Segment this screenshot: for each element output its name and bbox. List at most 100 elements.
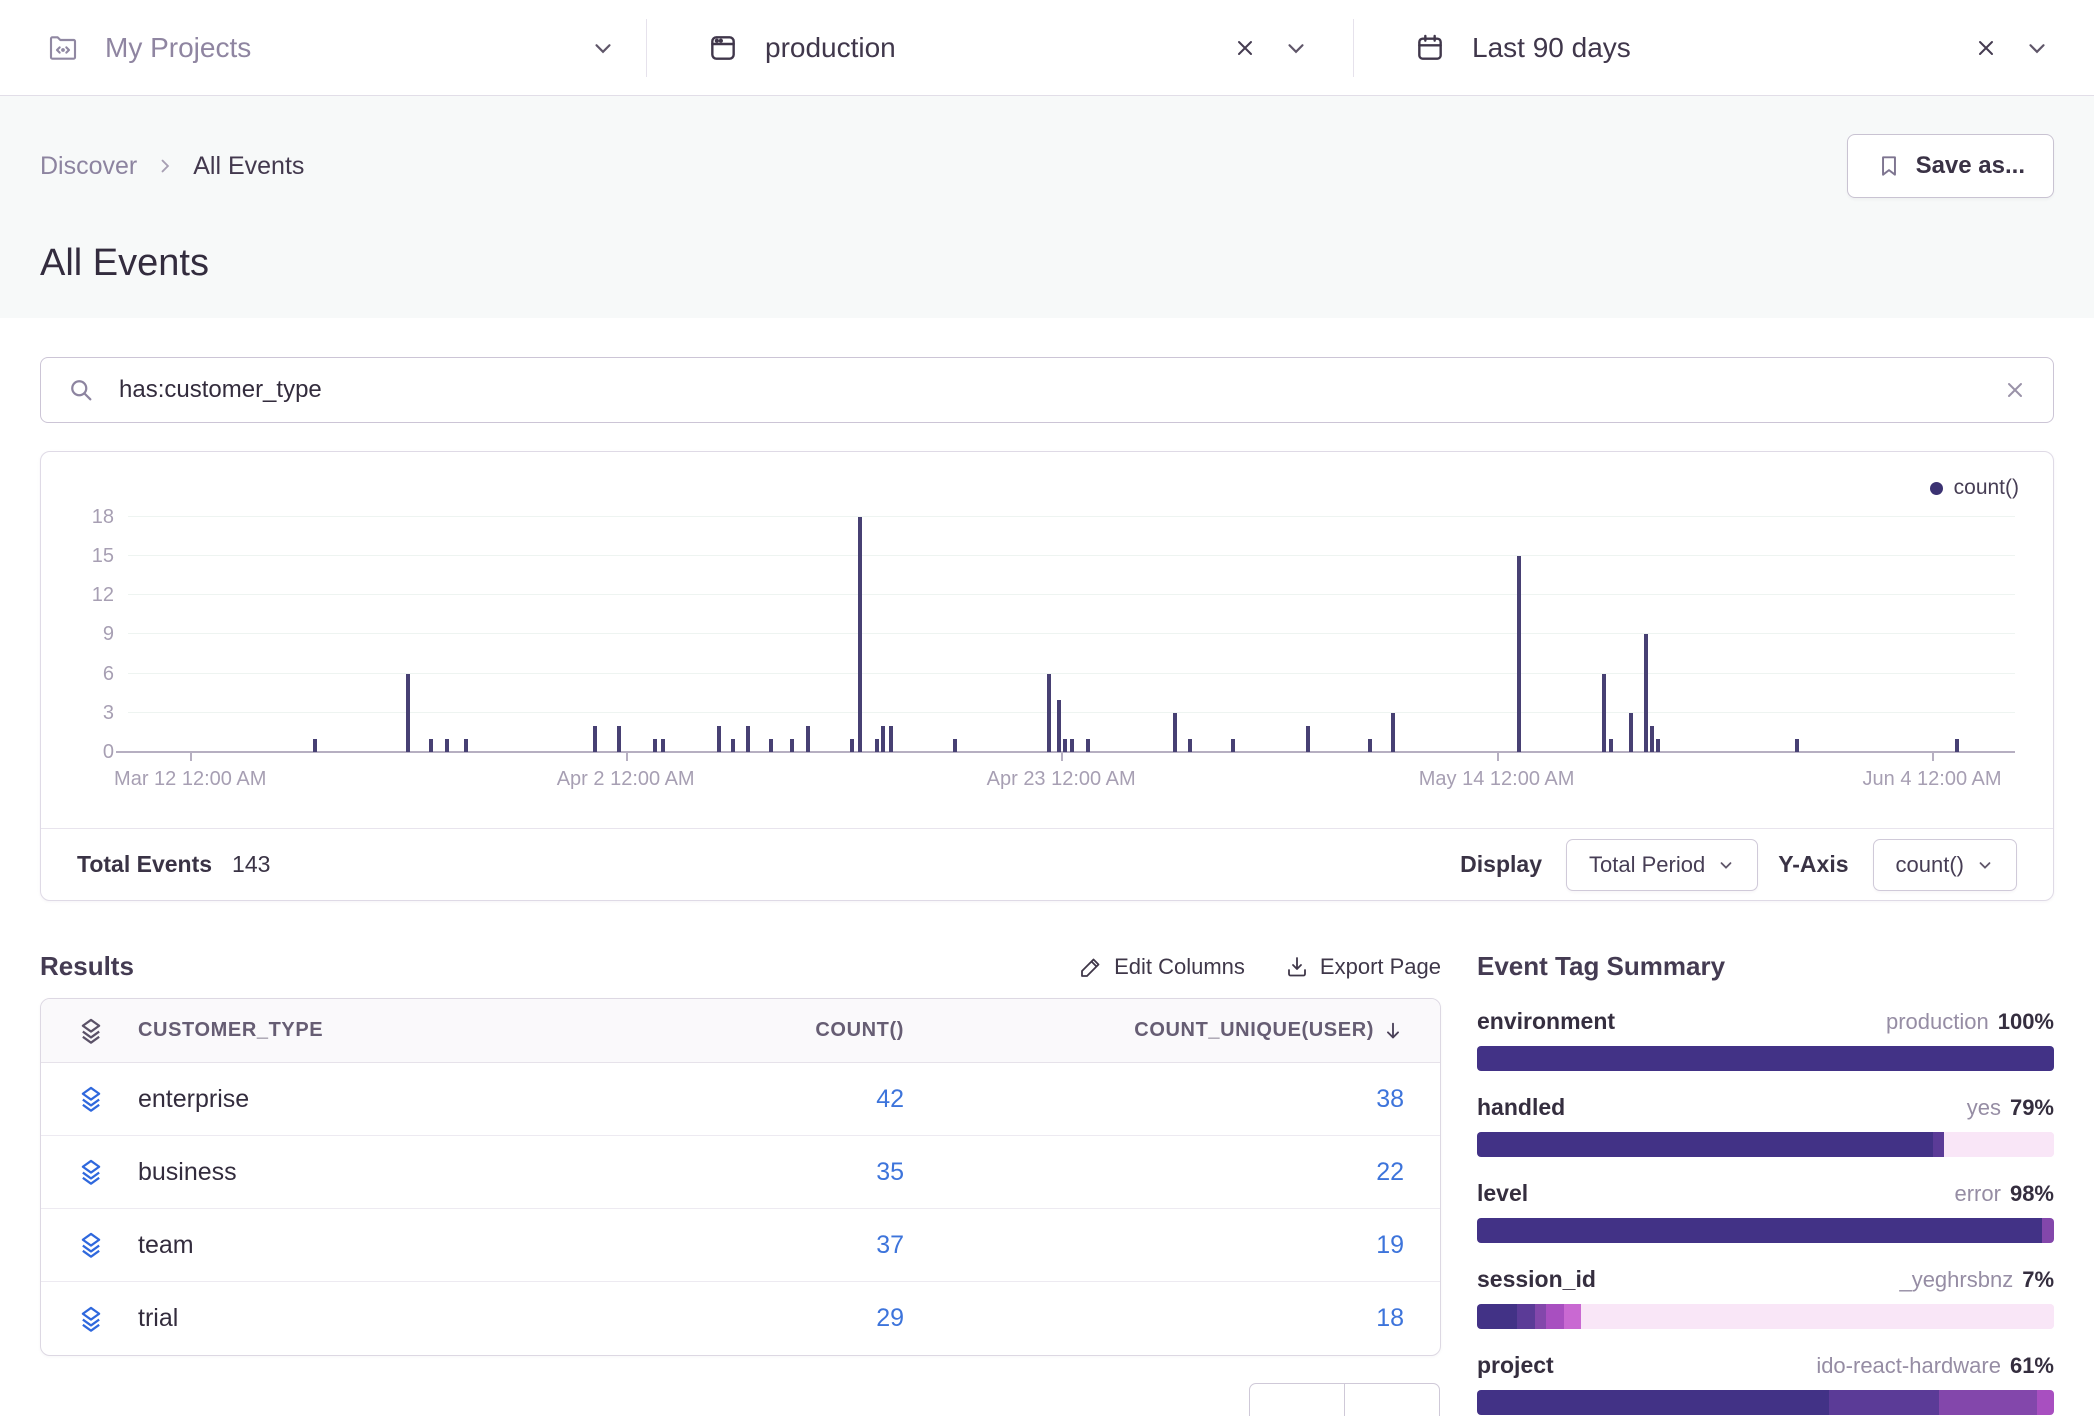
- tag-bar-segment: [1535, 1304, 1547, 1329]
- tag-percent: 7%: [2022, 1267, 2054, 1292]
- event-count-bar: [850, 739, 854, 752]
- stack-actions-icon[interactable]: [77, 1085, 105, 1113]
- event-count-bar: [953, 739, 957, 752]
- tag-top-value: error: [1955, 1181, 2001, 1206]
- tag-distribution-bar[interactable]: [1477, 1304, 2054, 1329]
- event-count-bar: [858, 517, 862, 752]
- events-bar-chart: Mar 12 12:00 AMApr 2 12:00 AMApr 23 12:0…: [128, 507, 2015, 752]
- project-filter-dropdown[interactable]: My Projects: [0, 0, 646, 95]
- events-chart-panel: count() 0369121518 Mar 12 12:00 AMApr 2 …: [40, 451, 2054, 901]
- discover-all-events-page: My Projects production: [0, 0, 2094, 1416]
- event-count-bar: [1173, 713, 1177, 752]
- date-range-filter-dropdown[interactable]: Last 90 days: [1354, 0, 2094, 95]
- tag-bar-segment: [1517, 1304, 1534, 1329]
- tag-top-value: _yeghrsbnz: [1899, 1267, 2013, 1292]
- save-as-label: Save as...: [1916, 152, 2025, 180]
- tag-top-value: production: [1886, 1009, 1989, 1034]
- next-page-button[interactable]: [1344, 1383, 1440, 1416]
- tag-bar-segment: [1944, 1132, 2054, 1157]
- event-count-bar: [731, 739, 735, 752]
- page-header: Discover All Events Save as... All Event…: [0, 96, 2094, 318]
- display-mode-dropdown[interactable]: Total Period: [1566, 839, 1758, 891]
- tag-top-value: yes: [1967, 1095, 2001, 1120]
- event-count-bar: [661, 739, 665, 752]
- edit-pencil-icon: [1079, 955, 1103, 979]
- tag-bar-segment: [1477, 1390, 1829, 1415]
- clear-search-icon[interactable]: [2003, 378, 2027, 402]
- results-heading: Results: [40, 951, 134, 982]
- results-table-header: CUSTOMER_TYPE COUNT() COUNT_UNIQUE(USER): [41, 999, 1440, 1063]
- count-link[interactable]: 42: [876, 1085, 904, 1113]
- top-filter-bar: My Projects production: [0, 0, 2094, 96]
- clear-date-icon[interactable]: [1974, 36, 1998, 60]
- calendar-icon: [1414, 32, 1446, 64]
- chevron-down-icon: [1283, 35, 1309, 61]
- bookmark-icon: [1876, 153, 1902, 179]
- export-page-button[interactable]: Export Page: [1285, 954, 1441, 980]
- save-as-button[interactable]: Save as...: [1847, 134, 2054, 198]
- tag-distribution-bar[interactable]: [1477, 1390, 2054, 1415]
- count-link[interactable]: 37: [876, 1231, 904, 1259]
- event-count-bar: [889, 726, 893, 752]
- count-unique-link[interactable]: 22: [1376, 1158, 1404, 1187]
- x-axis-tick: [1932, 752, 1934, 761]
- stack-icon: [77, 1017, 105, 1045]
- count-unique-link[interactable]: 38: [1376, 1085, 1404, 1114]
- previous-page-button[interactable]: [1249, 1383, 1345, 1416]
- tag-percent: 98%: [2010, 1181, 2054, 1206]
- x-axis-tick-label: Apr 2 12:00 AM: [557, 768, 695, 791]
- stack-actions-icon[interactable]: [77, 1158, 105, 1186]
- table-row: trial 29 18: [41, 1282, 1440, 1355]
- count-link[interactable]: 29: [876, 1304, 904, 1332]
- stack-actions-icon[interactable]: [77, 1231, 105, 1259]
- event-count-bar: [717, 726, 721, 752]
- tag-name: project: [1477, 1352, 1554, 1379]
- sort-descending-arrow-icon: [1382, 1020, 1404, 1042]
- main-content: has:customer_type count() 0369121518 Mar…: [0, 318, 2094, 1416]
- tag-name: environment: [1477, 1008, 1615, 1035]
- tag-percent: 79%: [2010, 1095, 2054, 1120]
- total-events-label: Total Events: [77, 851, 212, 878]
- date-range-label: Last 90 days: [1472, 32, 1631, 64]
- x-axis-tick-label: Mar 12 12:00 AM: [114, 768, 266, 791]
- column-header-customer-type[interactable]: CUSTOMER_TYPE: [138, 1019, 323, 1042]
- clear-environment-icon[interactable]: [1233, 36, 1257, 60]
- breadcrumb-current: All Events: [193, 152, 304, 181]
- x-axis-tick-label: Apr 23 12:00 AM: [987, 768, 1136, 791]
- projects-folder-icon: [47, 32, 79, 64]
- stack-actions-icon[interactable]: [77, 1305, 105, 1333]
- y-axis-tick-label: 15: [41, 545, 114, 568]
- tag-bar-segment: [1564, 1304, 1581, 1329]
- tag-distribution-bar[interactable]: [1477, 1218, 2054, 1243]
- chart-gridline: [128, 633, 2015, 634]
- export-page-label: Export Page: [1320, 954, 1441, 980]
- tag-percent: 61%: [2010, 1353, 2054, 1378]
- edit-columns-button[interactable]: Edit Columns: [1079, 954, 1245, 980]
- window-icon: [707, 32, 739, 64]
- column-header-count-unique[interactable]: COUNT_UNIQUE(USER): [1134, 1019, 1374, 1042]
- y-axis-dropdown[interactable]: count(): [1873, 839, 2017, 891]
- tag-bar-segment: [1477, 1132, 1933, 1157]
- x-axis-tick: [1497, 752, 1499, 761]
- environment-filter-dropdown[interactable]: production: [647, 0, 1353, 95]
- chevron-down-icon: [590, 35, 616, 61]
- table-row: enterprise 42 38: [41, 1063, 1440, 1136]
- event-count-bar: [1629, 713, 1633, 752]
- tag-distribution-bar[interactable]: [1477, 1132, 2054, 1157]
- x-axis-tick-label: Jun 4 12:00 AM: [1863, 768, 2002, 791]
- event-count-bar: [1644, 634, 1648, 752]
- y-axis-tick-label: 6: [41, 663, 114, 686]
- event-count-bar: [1070, 739, 1074, 752]
- breadcrumb-discover-link[interactable]: Discover: [40, 152, 137, 181]
- chart-footer: Total Events 143 Display Total Period Y-…: [41, 828, 2053, 900]
- count-unique-link[interactable]: 19: [1376, 1231, 1404, 1260]
- chart-gridline: [128, 712, 2015, 713]
- event-count-bar: [464, 739, 468, 752]
- search-input[interactable]: has:customer_type: [40, 357, 2054, 423]
- count-unique-link[interactable]: 18: [1376, 1304, 1404, 1333]
- event-count-bar: [1795, 739, 1799, 752]
- count-link[interactable]: 35: [876, 1158, 904, 1186]
- tag-percent: 100%: [1998, 1009, 2054, 1034]
- tag-distribution-bar[interactable]: [1477, 1046, 2054, 1071]
- column-header-count[interactable]: COUNT(): [815, 1019, 904, 1041]
